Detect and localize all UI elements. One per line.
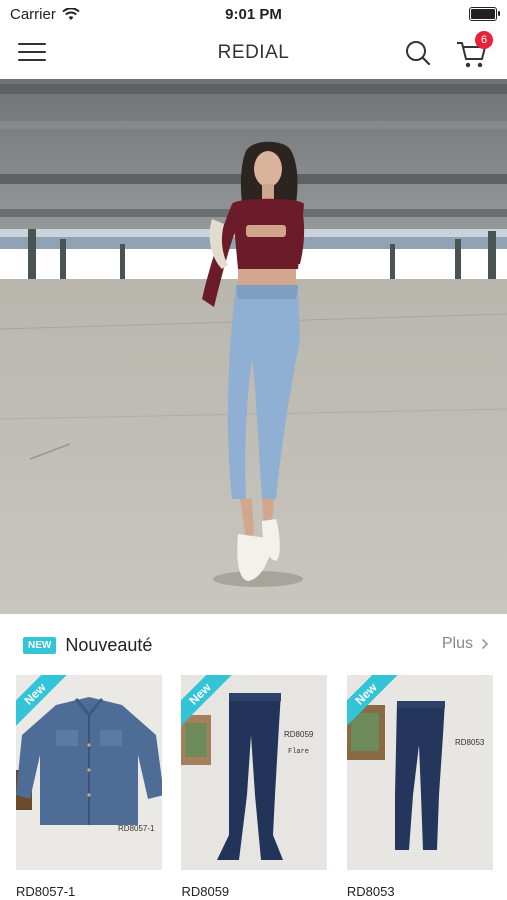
product-card[interactable]: RD8059 Flare New RD8059 [181, 675, 328, 899]
chevron-right-icon [481, 638, 489, 650]
product-card[interactable]: RD8053 New RD8053 [346, 675, 493, 899]
product-photo-sub: Flare [288, 748, 309, 756]
product-code: RD8053 [346, 884, 395, 899]
product-image: RD8057-1 New [16, 675, 162, 870]
product-code: RD8057-1 [16, 884, 76, 899]
product-image: RD8053 New [346, 675, 493, 870]
battery-icon [469, 7, 500, 21]
product-image: RD8059 Flare New [181, 675, 328, 870]
hero-image [0, 79, 507, 614]
nav-bar: REDIAL 6 [0, 28, 507, 78]
app-title: REDIAL [217, 42, 290, 63]
search-icon[interactable] [403, 38, 433, 68]
product-code: RD8059 [181, 884, 230, 899]
product-photo-label: RD8057-1 [118, 824, 155, 833]
product-photo-label: RD8059 [284, 730, 314, 739]
hero-banner[interactable] [0, 79, 507, 614]
product-photo-label: RD8053 [455, 738, 485, 747]
cart-badge: 6 [475, 31, 493, 49]
status-bar: Carrier 9:01 PM [0, 0, 507, 28]
status-time: 9:01 PM [225, 5, 282, 23]
menu-button[interactable] [18, 40, 46, 64]
product-card[interactable]: RD8057-1 New RD8057-1 [16, 675, 162, 899]
new-arrivals-header: NEW Nouveauté Plus [0, 615, 507, 675]
new-tag: NEW [23, 636, 57, 654]
more-label: Plus [441, 635, 473, 652]
product-carousel[interactable]: RD8057-1 New RD8057-1 RD8059 Flare New R… [16, 675, 507, 900]
cart-button[interactable]: 6 [455, 31, 493, 70]
more-link[interactable]: Plus [442, 635, 489, 653]
section-title: Nouveauté [65, 634, 153, 655]
